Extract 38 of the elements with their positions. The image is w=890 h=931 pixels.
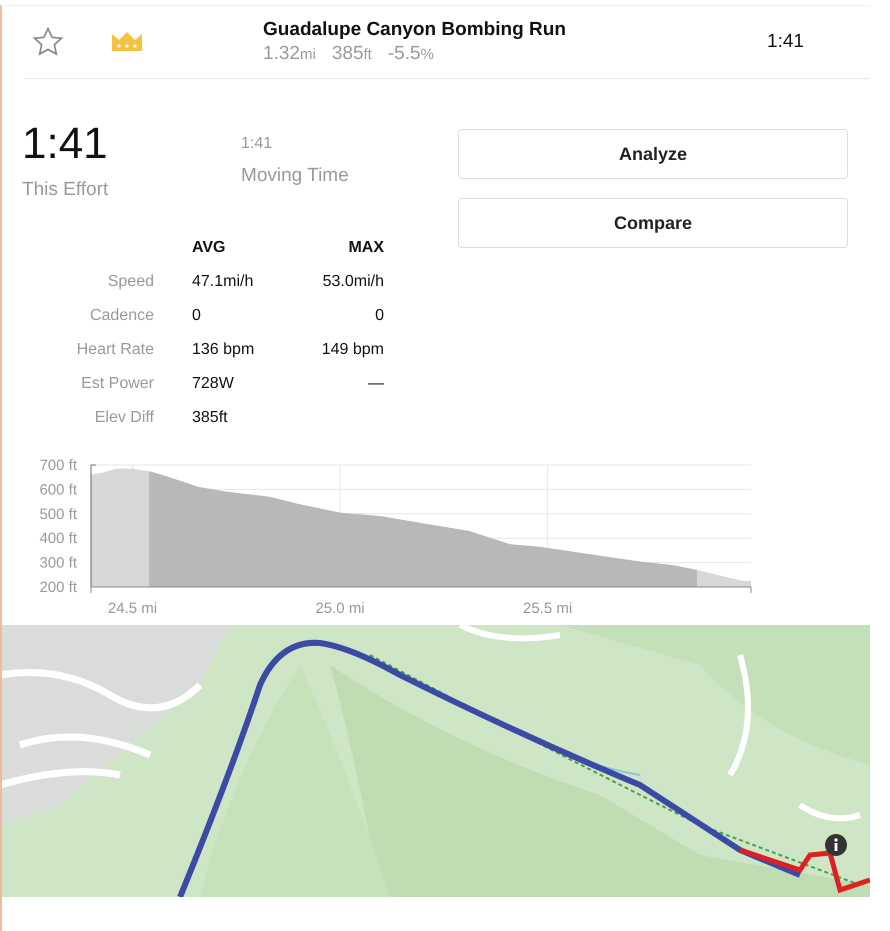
stat-value: 385ft [192, 408, 229, 428]
stat-label: Elev Diff [94, 408, 155, 428]
y-tick-label: 500 ft [39, 506, 77, 523]
x-tick-label: 24.5 mi [108, 600, 158, 617]
action-button[interactable]: Compare [458, 198, 848, 248]
effort-time: 1:41 [22, 119, 109, 169]
effort-label: This Effort [22, 179, 110, 201]
segment-metric: -5.5% [388, 43, 434, 65]
moving-time-label: Moving Time [241, 165, 349, 187]
segment-title[interactable]: Guadalupe Canyon Bombing Run [263, 19, 683, 41]
y-tick-label: 200 ft [39, 579, 77, 596]
y-tick-label: 600 ft [39, 481, 77, 498]
stat-value: 53.0mi/h [322, 272, 384, 292]
info-icon[interactable] [824, 833, 848, 857]
stat-label: Heart Rate [76, 340, 155, 360]
column-header: MAX [347, 238, 384, 258]
stat-value: 0 [192, 306, 202, 326]
y-tick-label: 300 ft [39, 554, 77, 572]
segment-metric: 1.32mi [263, 43, 316, 65]
y-tick-label: 400 ft [39, 530, 77, 548]
stat-value: — [367, 374, 384, 394]
stat-label: Speed [42, 265, 192, 299]
x-tick-label: 25.0 mi [315, 600, 365, 617]
y-tick-label: 700 ft [39, 457, 77, 474]
stat-value: 47.1mi/h [192, 272, 254, 292]
stat-value: 149 bpm [320, 340, 384, 360]
stat-value: 136 bpm [192, 340, 256, 360]
segment-metric: 385ft [332, 43, 372, 65]
stat-label: Est Power [80, 374, 155, 394]
moving-time: 1:41 [241, 134, 274, 154]
crown-icon [111, 31, 143, 53]
stat-label: Cadence [88, 306, 155, 326]
segment-time: 1:41 [767, 31, 804, 53]
column-header: AVG [192, 238, 226, 258]
stat-value: 728W [192, 374, 235, 394]
stat-value: 0 [374, 306, 384, 326]
x-tick-label: 25.5 mi [523, 600, 572, 617]
action-button[interactable]: Analyze [458, 129, 848, 179]
